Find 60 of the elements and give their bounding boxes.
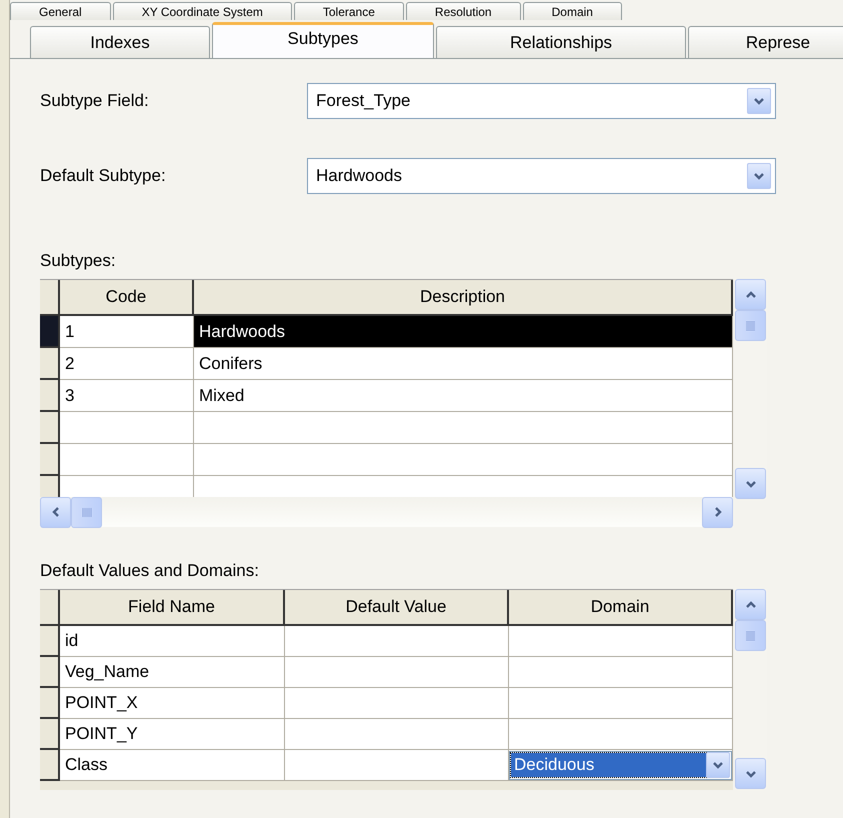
table-cell: 1 [60,316,194,348]
row-selector[interactable] [40,719,60,750]
header-corner [40,280,60,316]
column-header[interactable]: Code [60,280,194,316]
row-selector[interactable] [40,380,60,412]
table-cell: 3 [60,380,194,412]
row-selector[interactable] [40,412,60,444]
tab[interactable]: Subtypes [212,22,434,58]
scroll-down-button[interactable] [735,468,766,499]
vertical-scrollbar[interactable] [735,279,767,499]
tab[interactable]: Relationships [436,26,686,58]
table-cell: POINT_X [60,688,285,719]
table-cell: POINT_Y [60,719,285,750]
scroll-thumb[interactable] [735,310,766,341]
scroll-up-button[interactable] [735,279,766,310]
row-selector[interactable] [40,688,60,719]
dropdown[interactable]: Hardwoods [307,158,776,194]
table-cell: Conifers [194,348,733,380]
scroll-thumb[interactable] [71,496,102,528]
table-cell: id [60,626,285,657]
table-cell: Class [60,750,285,781]
grip-icon [746,630,755,640]
row-selector[interactable] [40,626,60,657]
row-selector[interactable] [40,657,60,688]
table-cell: Hardwoods [194,316,733,348]
field-label: Default Subtype: [40,166,167,186]
column-header[interactable]: Description [194,280,733,316]
scroll-up-button[interactable] [735,589,766,620]
row-selector[interactable] [40,750,60,781]
tab[interactable]: Indexes [30,26,210,58]
tab[interactable]: Tolerance [294,2,404,20]
tab[interactable]: Resolution [406,2,521,20]
dropdown-button[interactable] [747,88,771,114]
scroll-thumb[interactable] [735,620,766,651]
horizontal-scrollbar[interactable] [40,497,733,527]
column-header[interactable]: Default Value [285,590,509,626]
scroll-right-button[interactable] [702,496,733,528]
dropdown[interactable]: Forest_Type [307,83,776,119]
section-label: Subtypes: [40,251,117,271]
scroll-down-button[interactable] [735,758,766,789]
tab[interactable]: Represe [688,26,843,58]
field-label: Subtype Field: [40,91,150,111]
column-header[interactable]: Field Name [60,590,285,626]
table-cell: Mixed [194,380,733,412]
column-header[interactable]: Domain [509,590,733,626]
domain-dropdown[interactable]: Deciduous [509,750,732,780]
row-selector[interactable] [40,444,60,476]
dropdown-button[interactable] [747,163,771,189]
tab[interactable]: XY Coordinate System [112,2,292,20]
tab[interactable]: Domain [522,2,622,20]
vertical-scrollbar[interactable] [735,589,767,789]
row-selector[interactable] [40,348,60,380]
dropdown-button[interactable] [706,752,730,778]
grip-icon [746,320,755,330]
tab[interactable]: General [10,2,111,20]
grip-icon [82,508,92,516]
scroll-left-button[interactable] [40,496,71,528]
table-cell: 2 [60,348,194,380]
table-cell: Veg_Name [60,657,285,688]
section-label: Default Values and Domains: [40,561,260,581]
